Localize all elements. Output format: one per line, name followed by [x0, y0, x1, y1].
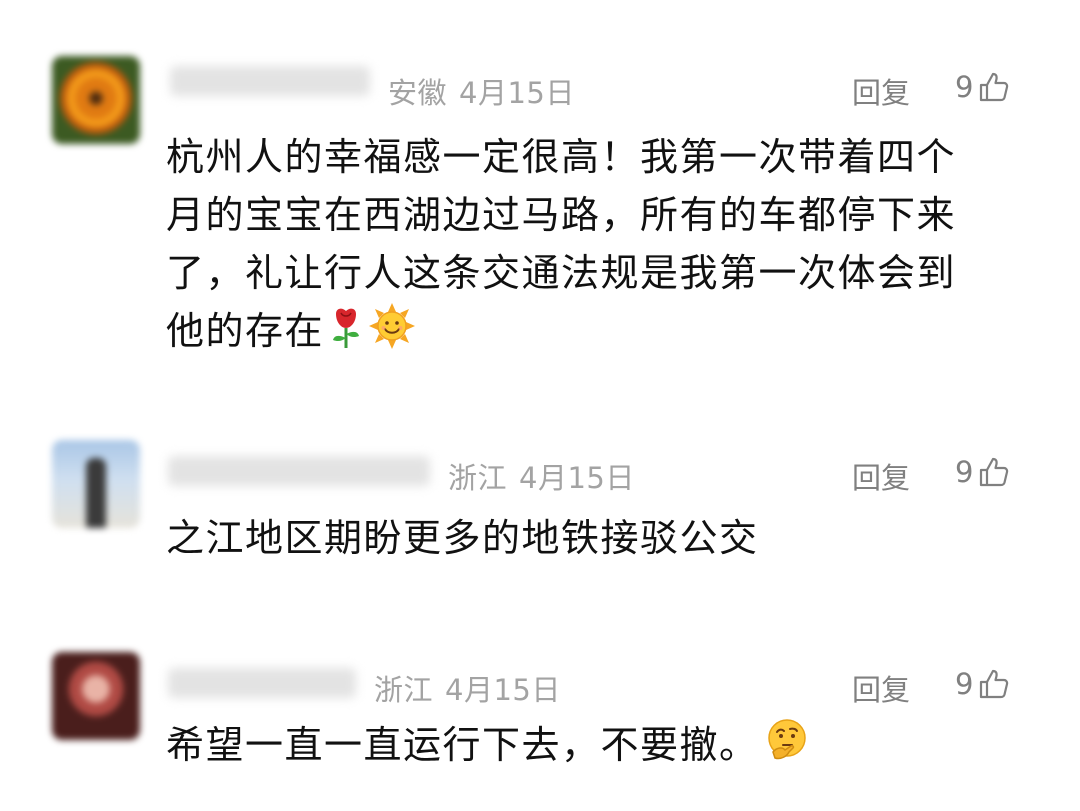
- thumbs-up-icon: [980, 669, 1009, 699]
- comment-meta: 安徽 4月15日: [388, 70, 575, 112]
- like-button[interactable]: 9: [955, 667, 1010, 701]
- avatar[interactable]: [52, 56, 140, 144]
- thumbs-up-icon: [980, 72, 1009, 102]
- username-redacted[interactable]: [168, 456, 430, 486]
- username-redacted[interactable]: [170, 66, 370, 96]
- like-count: 9: [955, 455, 974, 489]
- comment-line: 希望一直一直运行下去，不要撤。: [166, 723, 759, 767]
- location-label: 安徽: [388, 76, 448, 110]
- comment-line: 月的宝宝在西湖边过马路，所有的车都停下来: [166, 193, 957, 237]
- like-button[interactable]: 9: [955, 70, 1010, 104]
- comment-line: 杭州人的幸福感一定很高！我第一次带着四个: [166, 135, 957, 179]
- comment-line: 了，礼让行人这条交通法规是我第一次体会到: [166, 251, 957, 295]
- thumbs-up-icon: [980, 457, 1009, 487]
- location-label: 浙江: [374, 673, 434, 707]
- thinking-face-icon: [767, 719, 806, 760]
- location-label: 浙江: [448, 461, 508, 495]
- rose-icon: [333, 308, 360, 348]
- avatar[interactable]: [52, 440, 140, 528]
- reply-button[interactable]: 回复: [852, 667, 910, 709]
- comment-last-line: 希望一直一直运行下去，不要撤。: [166, 716, 1016, 774]
- comment-body: 杭州人的幸福感一定很高！我第一次带着四个 月的宝宝在西湖边过马路，所有的车都停下…: [166, 128, 1016, 360]
- comment-body: 之江地区期盼更多的地铁接驳公交: [166, 509, 1016, 567]
- avatar[interactable]: [52, 652, 140, 740]
- username-redacted[interactable]: [168, 668, 356, 698]
- comment-body: 希望一直一直运行下去，不要撤。: [166, 716, 1016, 774]
- comment-meta: 浙江 4月15日: [448, 455, 635, 497]
- comment-last-line: 他的存在: [166, 302, 1016, 360]
- comment-line: 他的存在: [166, 309, 325, 353]
- reply-button[interactable]: 回复: [852, 455, 910, 497]
- date-label: 4月15日: [459, 76, 575, 110]
- like-count: 9: [955, 667, 974, 701]
- date-label: 4月15日: [519, 461, 635, 495]
- like-button[interactable]: 9: [955, 455, 1010, 489]
- date-label: 4月15日: [445, 673, 561, 707]
- sun-smile-icon: [369, 303, 416, 349]
- comment-meta: 浙江 4月15日: [374, 667, 561, 709]
- comment-line: 之江地区期盼更多的地铁接驳公交: [166, 516, 759, 560]
- reply-button[interactable]: 回复: [852, 70, 910, 112]
- like-count: 9: [955, 70, 974, 104]
